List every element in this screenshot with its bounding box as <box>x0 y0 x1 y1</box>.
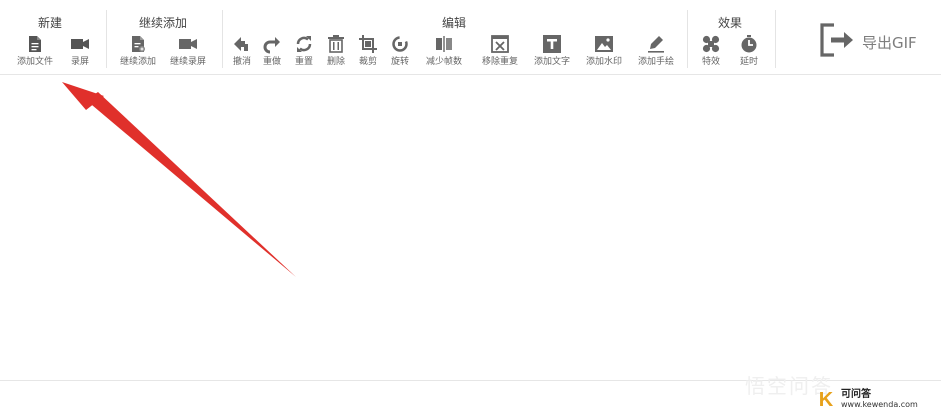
site-watermark: K 可问答 www.kewenda.com <box>815 388 935 412</box>
red-arrow-annotation <box>62 82 296 277</box>
site-name: 可问答 <box>841 389 871 400</box>
site-logo: K <box>818 388 834 411</box>
site-url: www.kewenda.com <box>841 400 918 409</box>
site-watermark-text: 可问答 www.kewenda.com <box>841 390 918 410</box>
